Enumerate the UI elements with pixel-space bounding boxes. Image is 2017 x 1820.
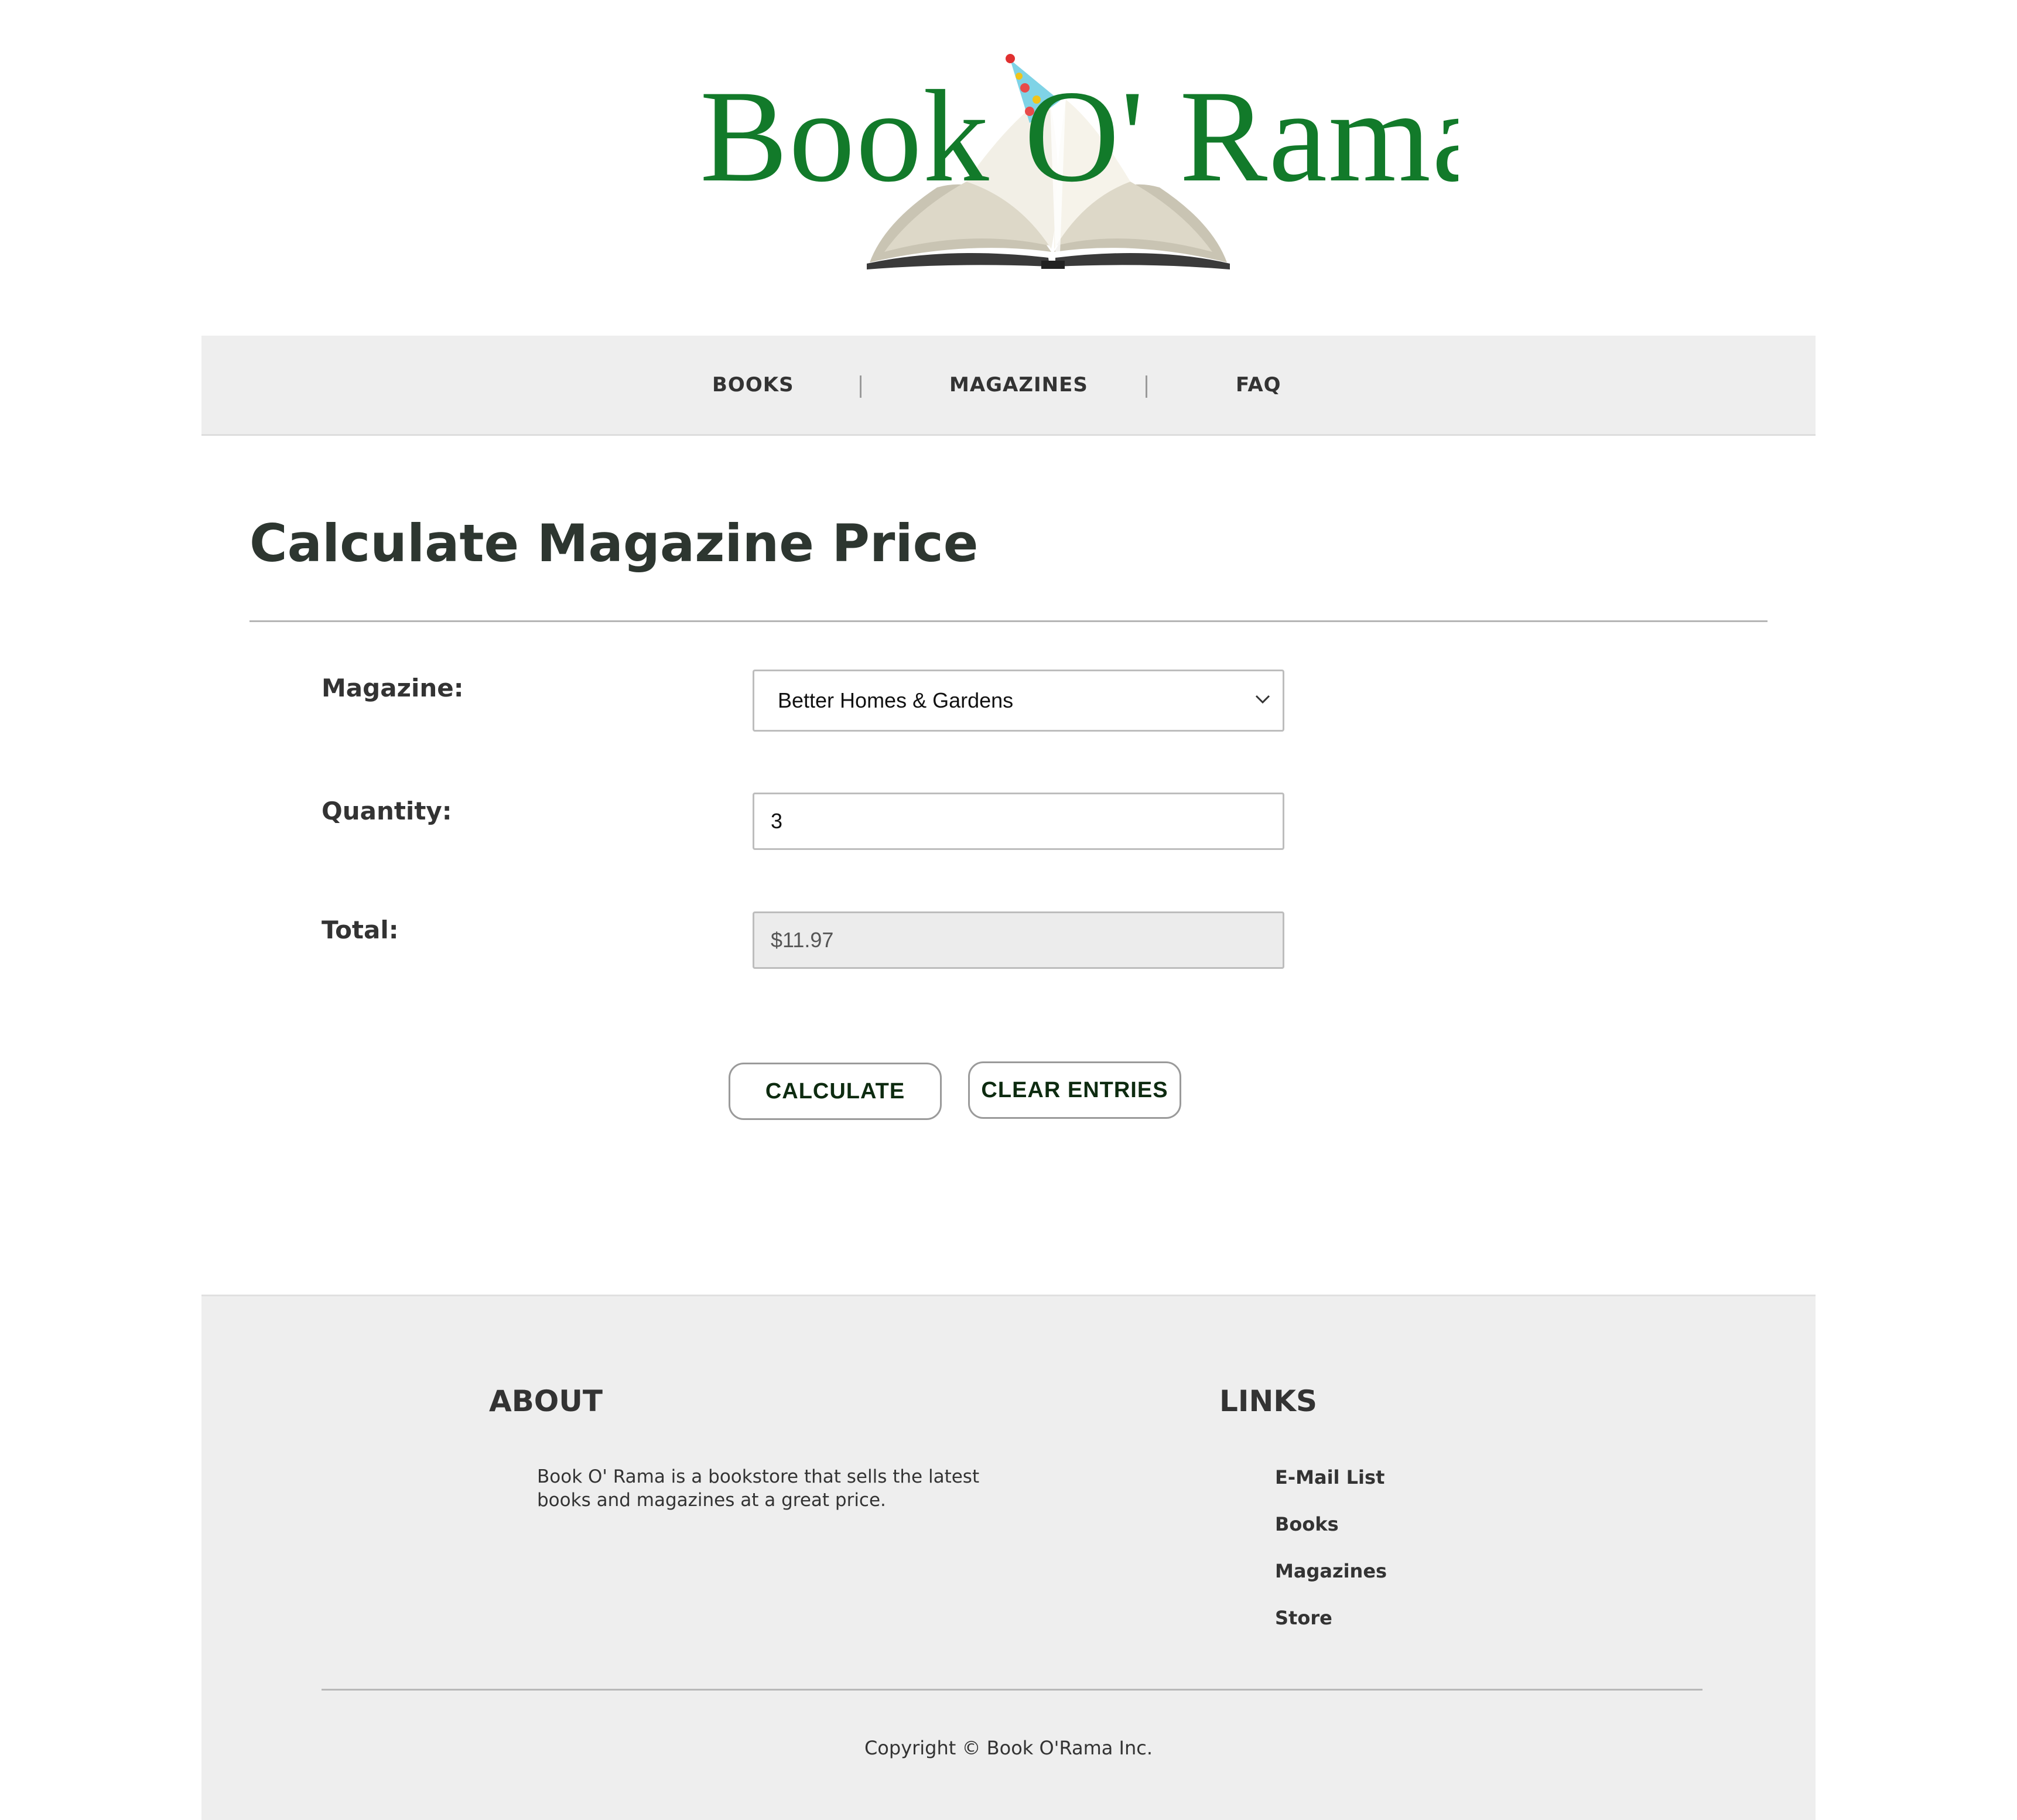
about-text: Book O' Rama is a bookstore that sells t…: [537, 1466, 980, 1511]
footer-link-books[interactable]: Books: [1275, 1513, 1339, 1535]
quantity-label: Quantity:: [322, 797, 452, 825]
magazine-select[interactable]: Better Homes & Gardens: [753, 670, 1284, 732]
title-divider: [249, 620, 1768, 622]
quantity-input[interactable]: 3: [753, 793, 1284, 850]
total-label: Total:: [322, 916, 399, 944]
copyright-text: Copyright © Book O'Rama Inc.: [864, 1737, 1153, 1759]
nav-magazines[interactable]: MAGAZINES: [949, 336, 1088, 434]
footer-link-magazines[interactable]: Magazines: [1275, 1560, 1387, 1582]
nav-books[interactable]: BOOKS: [712, 336, 794, 434]
page-title: Calculate Magazine Price: [249, 513, 979, 573]
site-footer: ABOUT Book O' Rama is a bookstore that s…: [201, 1295, 1816, 1820]
logo-text: Book O' Rama: [700, 63, 1458, 209]
nav-separator: [860, 375, 862, 398]
links-heading: LINKS: [1219, 1384, 1318, 1418]
quantity-input-value: 3: [771, 809, 783, 833]
clear-entries-button[interactable]: CLEAR ENTRIES: [968, 1061, 1181, 1119]
main-nav: BOOKS MAGAZINES FAQ: [201, 336, 1816, 436]
nav-separator: [1146, 375, 1147, 398]
nav-faq[interactable]: FAQ: [1236, 336, 1281, 434]
chevron-down-icon: [1255, 695, 1270, 704]
magazine-select-value: Better Homes & Gardens: [778, 688, 1014, 712]
calculate-button[interactable]: CALCULATE: [729, 1063, 942, 1120]
total-field-value: $11.97: [771, 928, 834, 952]
magazine-label: Magazine:: [322, 674, 464, 702]
footer-divider: [322, 1689, 1703, 1691]
footer-link-store[interactable]: Store: [1275, 1607, 1332, 1629]
site-logo[interactable]: Book O' Rama: [691, 35, 1458, 281]
total-field: $11.97: [753, 911, 1284, 969]
about-heading: ABOUT: [489, 1384, 603, 1418]
footer-link-email-list[interactable]: E-Mail List: [1275, 1466, 1384, 1488]
